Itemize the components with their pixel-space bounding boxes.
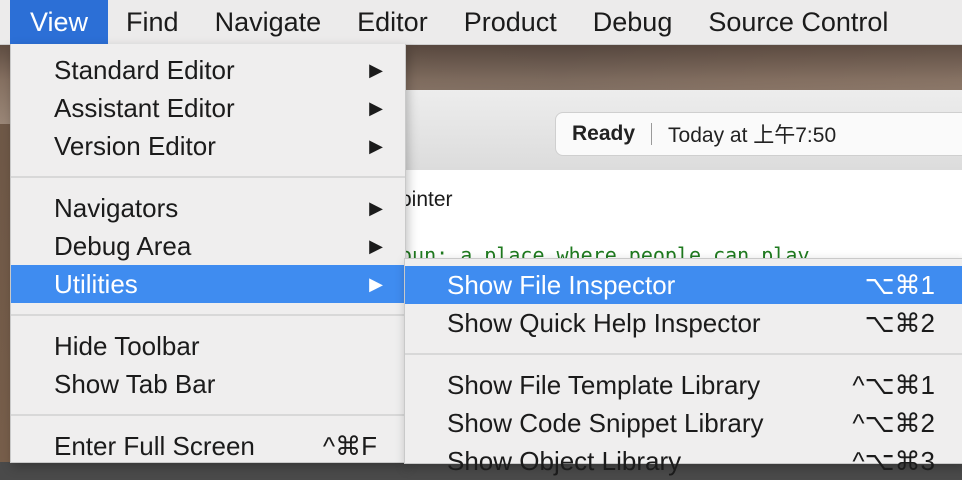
menu-item-show-file-inspector[interactable]: Show File Inspector ⌥⌘1 [405, 266, 962, 304]
activity-separator [651, 123, 653, 145]
menu-item-utilities[interactable]: Utilities ▶ [11, 265, 405, 303]
menu-source-control[interactable]: Source Control [690, 0, 906, 44]
menu-bar: View Find Navigate Editor Product Debug … [0, 0, 962, 45]
submenu-arrow-icon: ▶ [369, 198, 383, 218]
menu-item-show-code-snippet-library[interactable]: Show Code Snippet Library ^⌥⌘2 [405, 404, 962, 442]
menu-item-label: Show Quick Help Inspector [447, 308, 761, 338]
submenu-arrow-icon: ▶ [369, 60, 383, 80]
jump-bar-label: ointer [400, 188, 453, 211]
submenu-arrow-icon: ▶ [369, 98, 383, 118]
menu-item-version-editor[interactable]: Version Editor ▶ [11, 127, 405, 165]
menu-item-label: Version Editor [54, 131, 216, 161]
menu-item-assistant-editor[interactable]: Assistant Editor ▶ [11, 89, 405, 127]
window-toolbar: Ready Today at 上午7:50 [395, 90, 962, 171]
menu-view[interactable]: View [10, 0, 109, 44]
activity-time: Today at 上午7:50 [668, 124, 837, 147]
menu-item-shortcut: ⌥⌘2 [864, 308, 935, 338]
menu-item-hide-toolbar[interactable]: Hide Toolbar [11, 327, 405, 365]
menu-item-label: Hide Toolbar [54, 331, 200, 361]
menu-item-label: Standard Editor [54, 55, 235, 85]
menu-item-debug-area[interactable]: Debug Area ▶ [11, 227, 405, 265]
menu-navigate[interactable]: Navigate [197, 0, 340, 44]
activity-viewer[interactable]: Ready Today at 上午7:50 [555, 112, 962, 156]
menu-divider [11, 314, 405, 316]
menu-editor[interactable]: Editor [339, 0, 446, 44]
menu-item-label: Navigators [54, 193, 179, 223]
menu-item-shortcut: ^⌥⌘3 [852, 446, 935, 476]
menu-item-show-tab-bar[interactable]: Show Tab Bar [11, 365, 405, 403]
menu-item-shortcut: ^⌘F [322, 431, 377, 461]
menu-item-standard-editor[interactable]: Standard Editor ▶ [11, 51, 405, 89]
menu-item-enter-full-screen[interactable]: Enter Full Screen ^⌘F [11, 427, 405, 465]
menu-item-label: Utilities [54, 269, 138, 299]
menu-item-label: Debug Area [54, 231, 192, 261]
menu-item-navigators[interactable]: Navigators ▶ [11, 189, 405, 227]
menu-item-label: Enter Full Screen [54, 431, 255, 461]
menu-item-label: Show Object Library [447, 446, 682, 476]
menu-item-shortcut: ⌥⌘1 [864, 270, 935, 300]
menu-divider [405, 353, 962, 355]
activity-status: Ready [572, 122, 636, 145]
menu-item-shortcut: ^⌥⌘2 [852, 408, 935, 438]
submenu-arrow-icon: ▶ [369, 136, 383, 156]
submenu-arrow-icon: ▶ [369, 274, 383, 294]
utilities-submenu: Show File Inspector ⌥⌘1 Show Quick Help … [404, 258, 962, 476]
menu-item-shortcut: ^⌥⌘1 [852, 370, 935, 400]
menu-divider [11, 414, 405, 416]
menu-item-label: Assistant Editor [54, 93, 235, 123]
menu-item-label: Show File Inspector [447, 270, 676, 300]
menu-item-label: Show Code Snippet Library [447, 408, 764, 438]
jump-bar[interactable]: ointer [395, 170, 962, 231]
menu-item-label: Show Tab Bar [54, 369, 216, 399]
menu-debug[interactable]: Debug [575, 0, 691, 44]
menu-item-show-quick-help-inspector[interactable]: Show Quick Help Inspector ⌥⌘2 [405, 304, 962, 342]
menu-product[interactable]: Product [446, 0, 575, 44]
menu-item-label: Show File Template Library [447, 370, 761, 400]
menu-divider [11, 176, 405, 178]
menu-item-show-file-template-library[interactable]: Show File Template Library ^⌥⌘1 [405, 366, 962, 404]
menu-find[interactable]: Find [108, 0, 197, 44]
view-menu: Standard Editor ▶ Assistant Editor ▶ Ver… [10, 44, 406, 463]
submenu-arrow-icon: ▶ [369, 236, 383, 256]
menu-item-show-object-library[interactable]: Show Object Library ^⌥⌘3 [405, 442, 962, 480]
